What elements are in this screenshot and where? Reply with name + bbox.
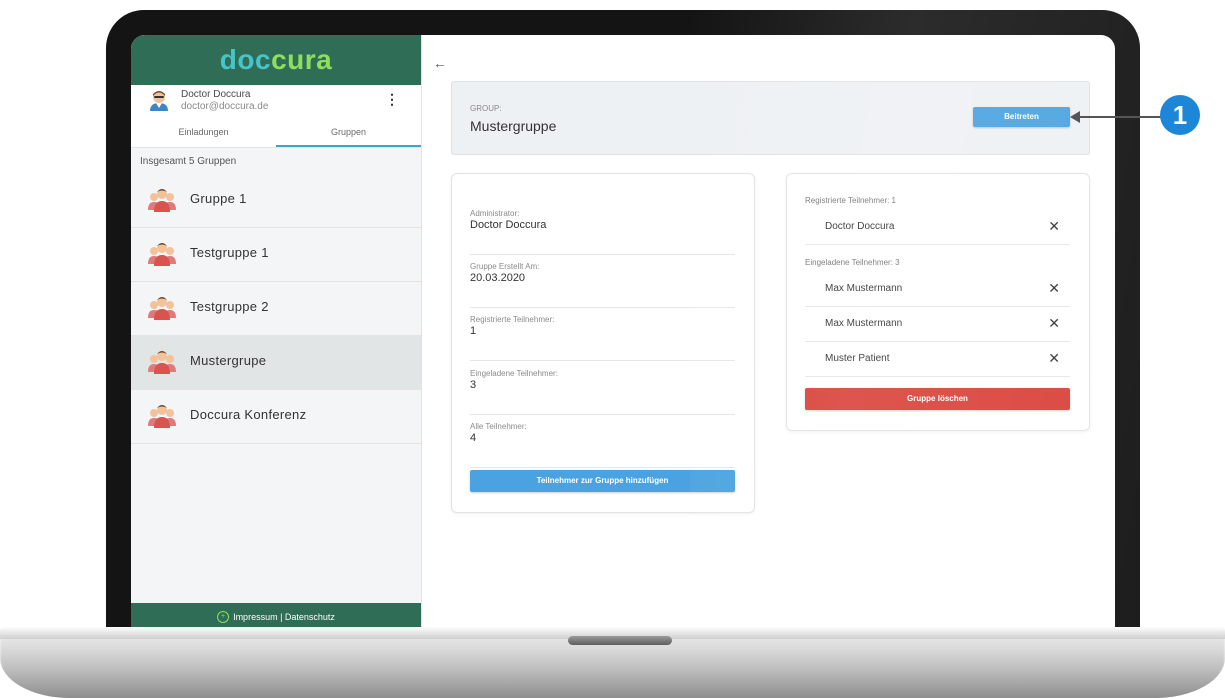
callout-arrow-icon (1070, 111, 1080, 123)
group-avatar-icon (148, 243, 176, 266)
member-row-invited: Muster Patient ✕ (805, 342, 1070, 377)
registered-heading: Registrierte Teilnehmer: 1 (805, 196, 897, 205)
group-name: Doccura Konferenz (190, 407, 307, 422)
group-avatar-icon (148, 405, 176, 428)
app-screen: doccura Doctor Doccura doctor@doccura.de… (131, 35, 1115, 630)
info-label: Registrierte Teilnehmer: (470, 315, 555, 324)
info-label: Administrator: (470, 209, 520, 218)
info-row-all: Alle Teilnehmer: 4 (470, 415, 735, 468)
sidebar: doccura Doctor Doccura doctor@doccura.de… (131, 35, 422, 630)
callout-line (1072, 116, 1164, 118)
tab-invitations[interactable]: Einladungen (131, 125, 276, 147)
info-row-administrator: Administrator: Doctor Doccura (470, 202, 735, 255)
add-participants-button[interactable]: Teilnehmer zur Gruppe hinzufügen (470, 470, 735, 492)
user-name: Doctor Doccura (181, 89, 251, 100)
doctor-avatar-icon (150, 91, 168, 111)
info-label: Alle Teilnehmer: (470, 422, 527, 431)
group-info-card: Administrator: Doctor Doccura Gruppe Ers… (451, 173, 755, 513)
info-value: 20.03.2020 (470, 272, 526, 284)
info-row-registered: Registrierte Teilnehmer: 1 (470, 308, 735, 361)
member-name: Doctor Doccura (825, 221, 895, 232)
group-list: Gruppe 1 Testgruppe 1 Testgruppe 2 Muste… (131, 174, 421, 444)
group-label: GROUP: (470, 104, 502, 113)
info-label: Gruppe Erstellt Am: (470, 262, 540, 271)
sidebar-tabs: Einladungen Gruppen (131, 125, 421, 148)
group-header-card: GROUP: Mustergruppe Beitreten (451, 81, 1090, 155)
join-button[interactable]: Beitreten (973, 107, 1070, 127)
remove-icon[interactable]: ✕ (1048, 280, 1060, 297)
laptop-notch (568, 636, 672, 645)
plus-circle-icon: + (217, 610, 230, 623)
sidebar-footer: + Impressum | Datenschutz (131, 603, 421, 630)
group-count: Insgesamt 5 Gruppen (140, 156, 237, 167)
info-row-invited: Eingeladene Teilnehmer: 3 (470, 362, 735, 415)
brand-bar: doccura (131, 35, 421, 85)
member-name: Max Mustermann (825, 283, 903, 294)
brand-logo-part2: cura (271, 44, 333, 75)
group-name: Testgruppe 2 (190, 299, 269, 314)
group-item-mustergrupe[interactable]: Mustergrupe (131, 336, 421, 390)
group-name: Testgruppe 1 (190, 245, 269, 260)
group-name: Gruppe 1 (190, 191, 247, 206)
member-name: Max Mustermann (825, 318, 903, 329)
page-title: Mustergruppe (470, 118, 557, 134)
member-row-registered: Doctor Doccura ✕ (805, 210, 1070, 245)
member-row-invited: Max Mustermann ✕ (805, 307, 1070, 342)
more-menu-icon[interactable]: ⋮ (385, 91, 399, 108)
remove-icon[interactable]: ✕ (1048, 350, 1060, 367)
brand-logo-part1: doc (219, 44, 272, 75)
brand-logo: doccura (220, 44, 332, 76)
info-label: Eingeladene Teilnehmer: (470, 369, 558, 378)
group-item-doccura-konferenz[interactable]: Doccura Konferenz (131, 390, 421, 444)
group-item-testgruppe-2[interactable]: Testgruppe 2 (131, 282, 421, 336)
tab-groups[interactable]: Gruppen (276, 125, 421, 147)
user-profile: Doctor Doccura doctor@doccura.de ⋮ (131, 85, 421, 125)
info-value: 3 (470, 379, 477, 391)
group-avatar-icon (148, 189, 176, 212)
remove-icon[interactable]: ✕ (1048, 315, 1060, 332)
back-arrow-icon[interactable]: ← (433, 55, 447, 71)
member-name: Muster Patient (825, 353, 890, 364)
info-value: Doctor Doccura (470, 219, 547, 231)
info-value: 1 (470, 325, 477, 337)
member-row-invited: Max Mustermann ✕ (805, 272, 1070, 307)
footer-links[interactable]: Impressum | Datenschutz (233, 612, 335, 622)
user-email: doctor@doccura.de (181, 101, 269, 112)
delete-group-button[interactable]: Gruppe löschen (805, 388, 1070, 410)
group-name: Mustergrupe (190, 353, 267, 368)
info-row-created: Gruppe Erstellt Am: 20.03.2020 (470, 255, 735, 308)
members-card: Registrierte Teilnehmer: 1 Doctor Doccur… (786, 173, 1090, 431)
remove-icon[interactable]: ✕ (1048, 218, 1060, 235)
group-item-gruppe-1[interactable]: Gruppe 1 (131, 174, 421, 228)
invited-heading: Eingeladene Teilnehmer: 3 (805, 258, 900, 267)
callout-badge: 1 (1160, 95, 1200, 135)
group-avatar-icon (148, 351, 176, 374)
group-avatar-icon (148, 297, 176, 320)
group-item-testgruppe-1[interactable]: Testgruppe 1 (131, 228, 421, 282)
info-value: 4 (470, 432, 477, 444)
